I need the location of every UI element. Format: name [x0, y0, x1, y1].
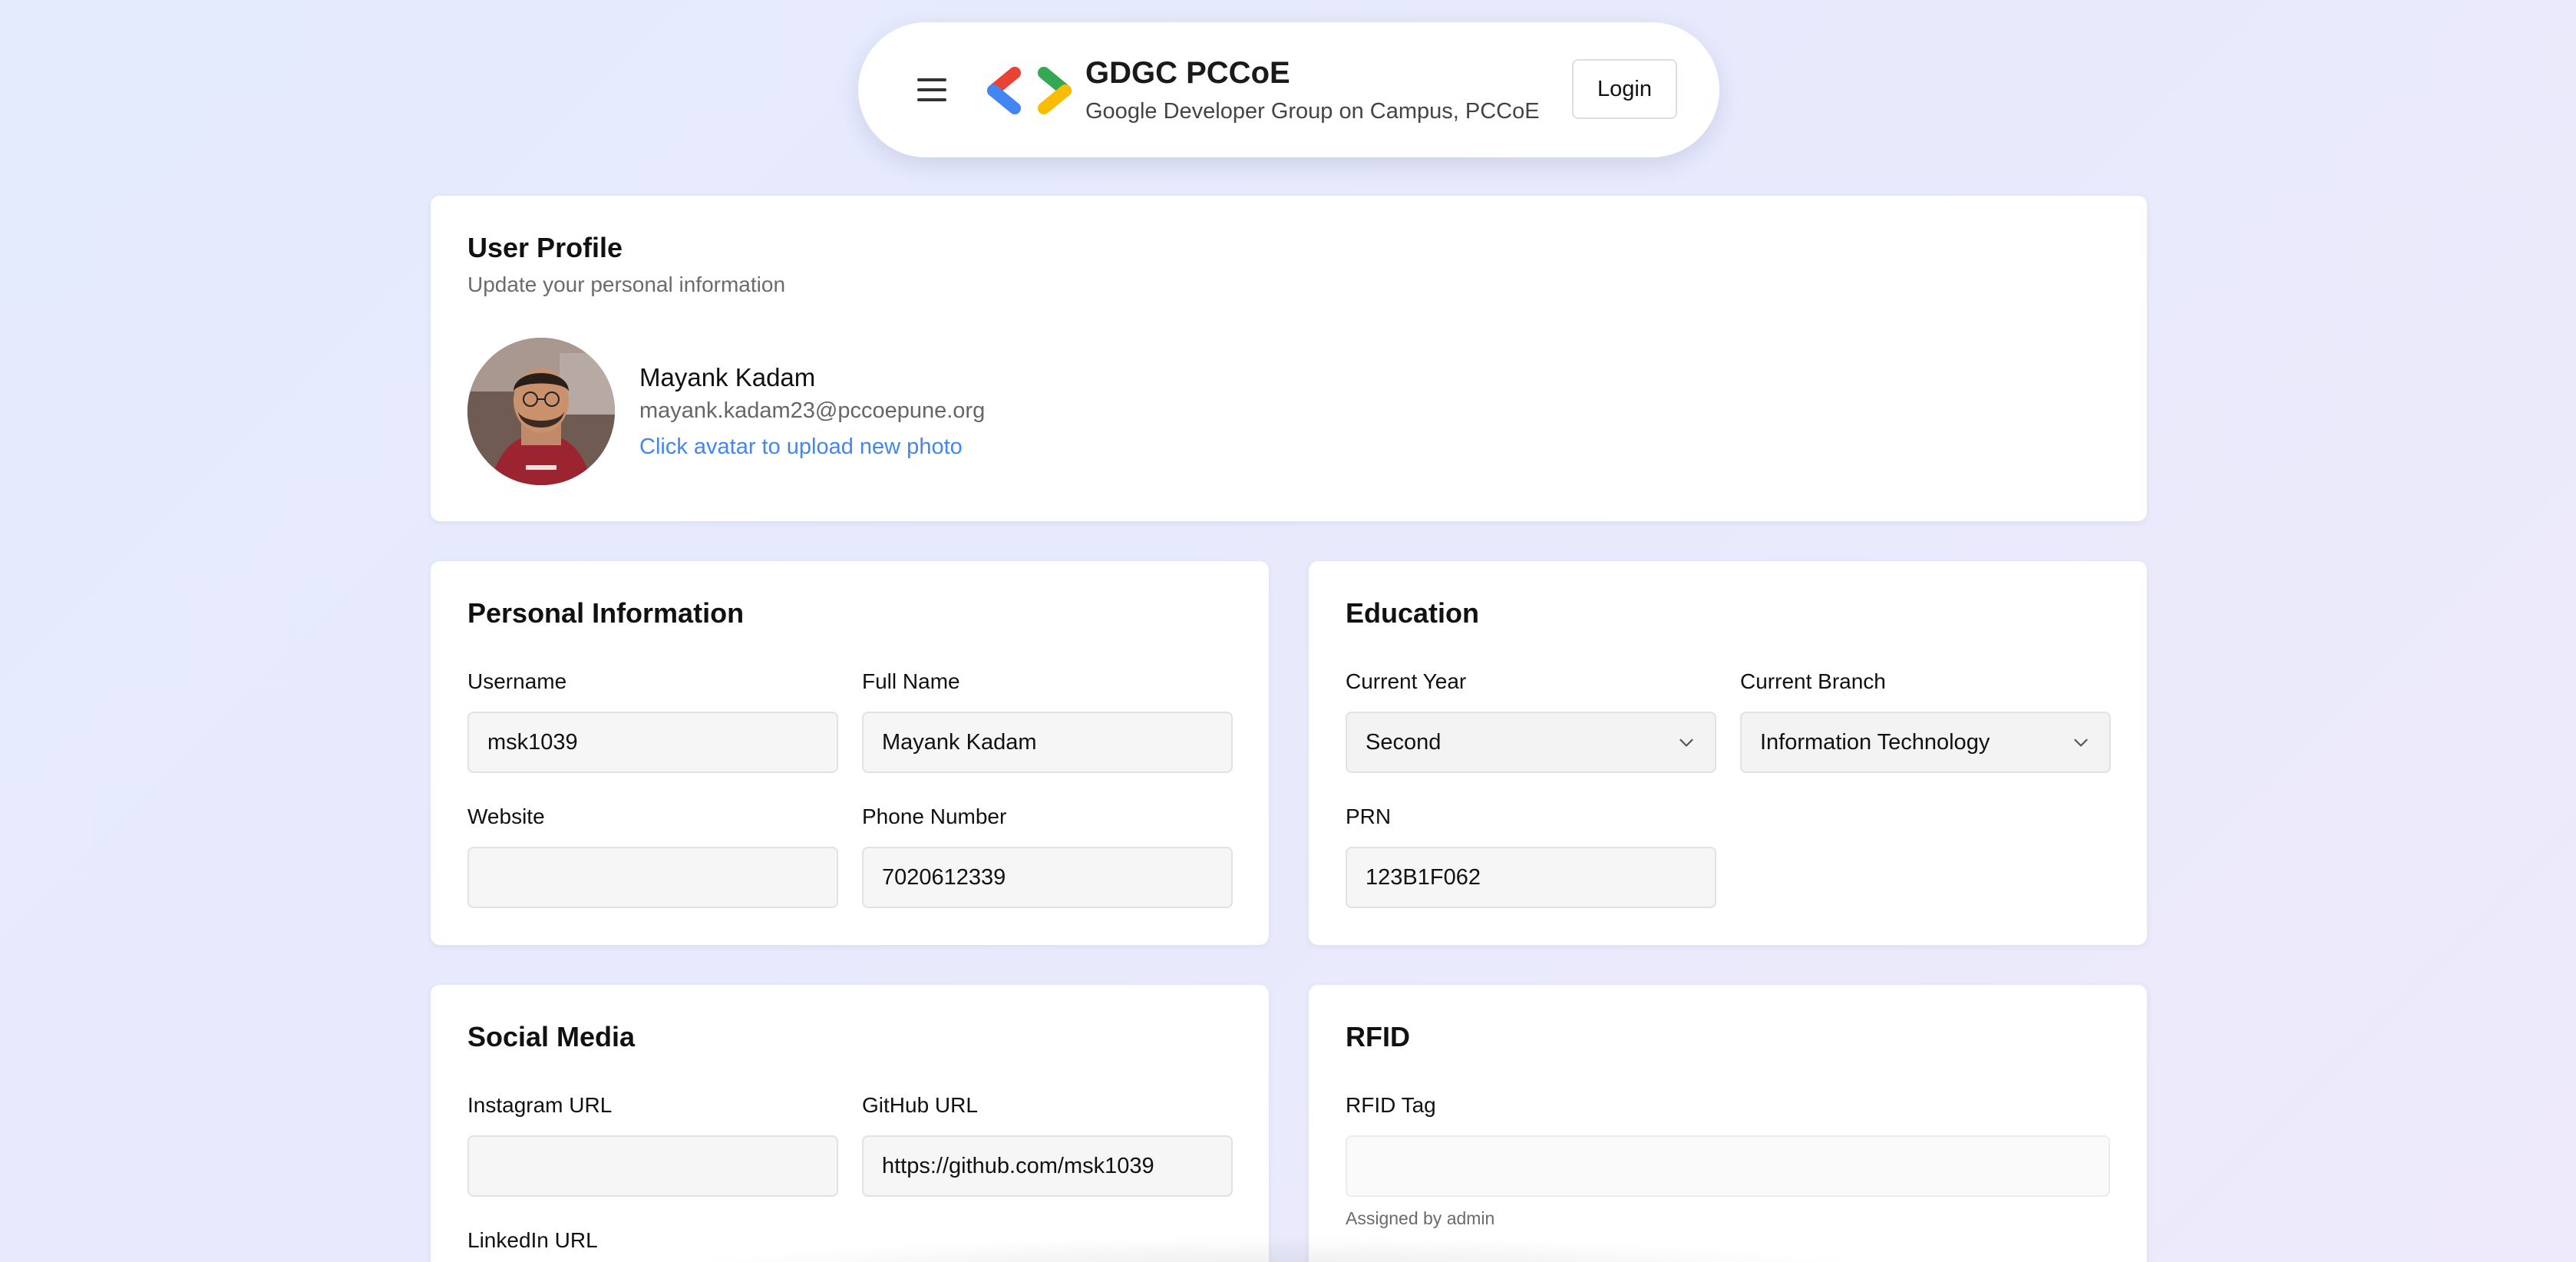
username-label: Username — [467, 669, 567, 693]
current-year-value: Second — [1366, 729, 1442, 755]
personal-information-title: Personal Information — [467, 597, 745, 629]
phone-number-label: Phone Number — [862, 804, 1007, 828]
full-name-label: Full Name — [862, 669, 960, 693]
upload-photo-link[interactable]: Click avatar to upload new photo — [639, 434, 963, 460]
prn-input[interactable]: 123B1F062 — [1346, 847, 1716, 908]
top-nav-bar: GDGC PCCoE Google Developer Group on Cam… — [858, 22, 1719, 157]
instagram-url-label: Instagram URL — [467, 1093, 613, 1117]
avatar-photo — [467, 338, 615, 485]
page: GDGC PCCoE Google Developer Group on Cam… — [0, 0, 2576, 1262]
current-year-label: Current Year — [1346, 669, 1467, 693]
user-profile-title: User Profile — [467, 232, 623, 263]
social-media-card: Social Media Instagram URL GitHub URL ht… — [431, 985, 1269, 1262]
login-button[interactable]: Login — [1572, 59, 1677, 119]
education-card: Education Current Year Second Current Br… — [1309, 561, 2147, 945]
github-url-label: GitHub URL — [862, 1093, 978, 1117]
rfid-tag-input — [1346, 1135, 2110, 1197]
rfid-title: RFID — [1346, 1021, 1410, 1052]
phone-number-input[interactable]: 7020612339 — [862, 847, 1233, 908]
current-branch-select[interactable]: Information Technology — [1740, 712, 2111, 773]
rfid-card: RFID RFID Tag Assigned by admin — [1309, 985, 2147, 1262]
website-input[interactable] — [467, 847, 838, 908]
user-profile-subtitle: Update your personal information — [467, 273, 786, 296]
linkedin-url-label: LinkedIn URL — [467, 1228, 598, 1252]
rfid-note: Assigned by admin — [1346, 1208, 1495, 1228]
profile-name: Mayank Kadam — [639, 363, 816, 391]
personal-information-card: Personal Information Username msk1039 Fu… — [431, 561, 1269, 945]
chevron-down-icon — [2074, 738, 2088, 747]
user-profile-card: User Profile Update your personal inform… — [431, 196, 2147, 521]
website-label: Website — [467, 804, 545, 828]
education-title: Education — [1346, 597, 1480, 629]
brand-title: GDGC PCCoE — [1085, 56, 1290, 90]
profile-email: mayank.kadam23@pccoepune.org — [639, 398, 986, 423]
brand-subtitle: Google Developer Group on Campus, PCCoE — [1085, 99, 1540, 124]
gdg-logo-icon — [987, 67, 1072, 114]
current-branch-value: Information Technology — [1760, 729, 1990, 755]
avatar[interactable] — [467, 338, 615, 485]
username-input[interactable]: msk1039 — [467, 712, 838, 773]
hamburger-menu-icon[interactable] — [912, 70, 952, 110]
chevron-down-icon — [1679, 738, 1693, 747]
full-name-input[interactable]: Mayank Kadam — [862, 712, 1233, 773]
instagram-url-input[interactable] — [467, 1135, 838, 1197]
github-url-input[interactable]: https://github.com/msk1039 — [862, 1135, 1233, 1197]
prn-label: PRN — [1346, 804, 1392, 828]
current-year-select[interactable]: Second — [1346, 712, 1716, 773]
rfid-tag-label: RFID Tag — [1346, 1093, 1436, 1117]
social-media-title: Social Media — [467, 1021, 636, 1052]
current-branch-label: Current Branch — [1740, 669, 1886, 693]
